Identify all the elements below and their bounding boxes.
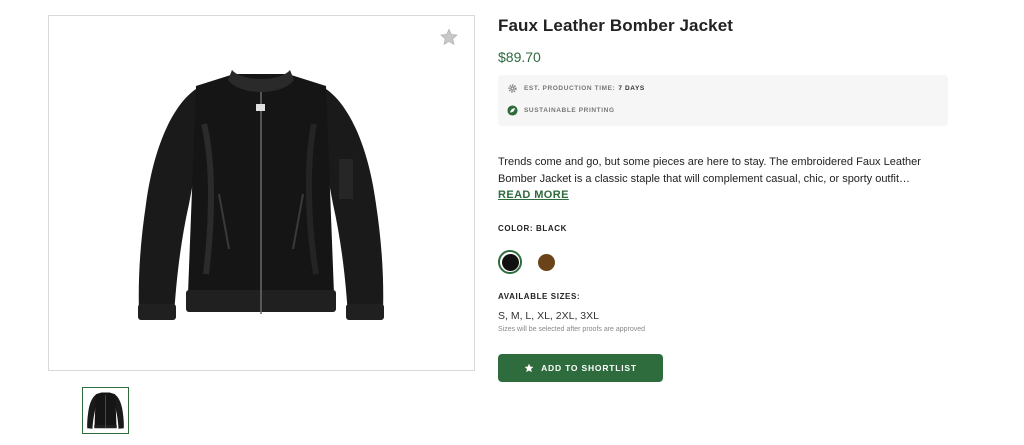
color-swatch-brown[interactable] [534,250,558,274]
color-swatch-black[interactable] [498,250,522,274]
product-title: Faux Leather Bomber Jacket [498,16,734,35]
production-time-label: EST. PRODUCTION TIME: [524,85,616,92]
gear-icon [508,84,517,93]
color-label: COLOR: BLACK [498,224,567,233]
add-to-shortlist-label: ADD TO SHORTLIST [541,363,637,373]
sustainable-printing-row: SUSTAINABLE PRINTING [507,105,615,116]
sustainable-printing-label: SUSTAINABLE PRINTING [524,107,615,114]
favorite-star-icon[interactable] [440,28,458,46]
available-sizes-label: AVAILABLE SIZES: [498,292,581,301]
star-icon [524,363,534,373]
swatch-fill-brown [537,253,555,271]
production-time-row: EST. PRODUCTION TIME: 7 DAYS [507,83,645,94]
swatch-fill-black [501,253,519,271]
available-sizes-value: S, M, L, XL, 2XL, 3XL [498,310,599,322]
leaf-icon [507,105,518,116]
sizes-note: Sizes will be selected after proofs are … [498,326,646,333]
add-to-shortlist-button[interactable]: ADD TO SHORTLIST [498,354,663,382]
product-image [134,64,388,324]
product-description: Trends come and go, but some pieces are … [498,156,921,185]
read-more-link[interactable]: READ MORE [498,189,569,201]
product-info-box: EST. PRODUCTION TIME: 7 DAYS SUSTAINABLE… [498,75,948,126]
product-thumbnail[interactable] [82,387,129,434]
product-image-frame [48,15,475,371]
color-swatches [498,250,570,274]
product-price: $89.70 [498,49,541,65]
production-time-value: 7 DAYS [618,85,645,92]
jacket-thumbnail-image [87,392,124,429]
